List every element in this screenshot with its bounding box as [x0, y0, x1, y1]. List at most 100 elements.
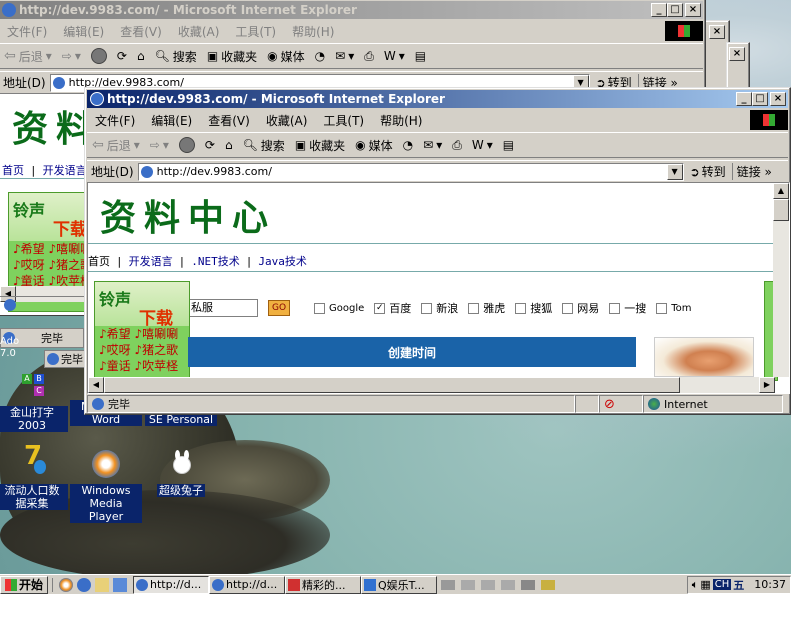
media-button[interactable]: ◉ 媒体: [262, 48, 310, 65]
thumbnail-image[interactable]: [654, 337, 754, 377]
engine-checkbox[interactable]: [609, 302, 621, 314]
close-icon[interactable]: ×: [770, 92, 786, 106]
engine-checkbox[interactable]: [314, 302, 325, 314]
discuss-button[interactable]: ▤: [410, 49, 431, 63]
menu-help[interactable]: 帮助(H): [372, 112, 430, 129]
edit-button[interactable]: W ▾: [467, 138, 498, 152]
history-button[interactable]: ◔: [310, 49, 330, 63]
volume-icon[interactable]: 🔈︎: [692, 578, 699, 592]
go-button[interactable]: ➲ 转到: [684, 163, 732, 180]
ime-indicator[interactable]: CH: [712, 579, 732, 590]
scroll-right-icon[interactable]: ▶: [759, 377, 775, 393]
maximize-icon[interactable]: □: [752, 92, 768, 106]
menu-help[interactable]: 帮助(H): [284, 23, 342, 40]
drive-icon[interactable]: [481, 579, 496, 590]
close-icon[interactable]: ×: [709, 25, 725, 39]
nav-link-dotnet[interactable]: .NET技术: [191, 255, 240, 268]
forward-button[interactable]: ⇨ ▾: [145, 138, 174, 152]
mail-button[interactable]: ✉ ▾: [330, 49, 359, 63]
vertical-scrollbar[interactable]: ▲: [773, 183, 789, 377]
horizontal-scrollbar[interactable]: ◀ ▶: [88, 377, 775, 393]
start-button[interactable]: 开始: [0, 575, 49, 594]
background-window[interactable]: ×: [726, 42, 750, 92]
print-button[interactable]: ⎙: [359, 49, 379, 64]
nav-link-home[interactable]: 首页: [88, 255, 110, 268]
folder-icon[interactable]: [541, 579, 556, 590]
close-icon[interactable]: ×: [685, 3, 701, 17]
menu-edit[interactable]: 编辑(E): [55, 23, 112, 40]
engine-checkbox[interactable]: [562, 302, 574, 314]
nav-link-java[interactable]: Java技术: [258, 255, 307, 268]
stop-button[interactable]: [174, 137, 200, 153]
stop-button[interactable]: [86, 48, 112, 64]
edit-button[interactable]: W ▾: [379, 49, 410, 63]
menu-favorites[interactable]: 收藏(A): [258, 112, 316, 129]
drive-icon[interactable]: [501, 579, 516, 590]
media-button[interactable]: ◉ 媒体: [350, 137, 398, 154]
mail-button[interactable]: ✉ ▾: [418, 138, 447, 152]
history-button[interactable]: ◔: [398, 138, 418, 152]
menu-file[interactable]: 文件(F): [0, 23, 55, 40]
network-status-icon[interactable]: ▦: [700, 578, 710, 591]
discuss-button[interactable]: ▤: [498, 138, 519, 152]
home-button[interactable]: ⌂: [220, 138, 238, 152]
menu-favorites[interactable]: 收藏(A): [170, 23, 228, 40]
menu-tools[interactable]: 工具(T): [315, 112, 372, 129]
home-button[interactable]: ⌂: [132, 49, 150, 63]
close-icon[interactable]: ×: [729, 47, 745, 61]
address-input[interactable]: http://dev.9983.com/ ▼: [137, 162, 684, 181]
scroll-left-icon[interactable]: ◀: [88, 377, 104, 393]
banner-row[interactable]: ♪童话 ♪吹苹柽: [95, 358, 189, 374]
taskbar-task[interactable]: Q娱乐T...: [361, 575, 438, 594]
ie-window-active[interactable]: http://dev.9983.com/ - Microsoft Interne…: [84, 87, 791, 415]
outlook-icon[interactable]: [95, 577, 110, 592]
ime-mode-icon[interactable]: 五: [733, 577, 744, 593]
taskbar-task[interactable]: http://d...: [133, 575, 210, 594]
desktop-icon-wmp[interactable]: Windows Media Player: [70, 450, 142, 523]
desktop-icon-population[interactable]: 7 流动人口数 据采集: [0, 443, 68, 510]
network-icon[interactable]: [521, 579, 536, 590]
forward-button[interactable]: ⇨ ▾: [57, 49, 86, 63]
drive-icon[interactable]: [441, 579, 456, 590]
nav-link-lang[interactable]: 开发语言: [129, 255, 173, 268]
menu-tools[interactable]: 工具(T): [227, 23, 284, 40]
scroll-thumb[interactable]: [104, 377, 680, 393]
media-player-icon[interactable]: [59, 577, 74, 592]
desktop-icon-rabbit[interactable]: 超级兔子: [145, 450, 217, 497]
engine-checkbox-checked[interactable]: ✓: [374, 302, 386, 314]
scroll-up-icon[interactable]: ▲: [773, 183, 789, 199]
window-titlebar[interactable]: http://dev.9983.com/ - Microsoft Interne…: [0, 1, 703, 19]
search-input[interactable]: 私服: [188, 299, 258, 317]
minimize-icon[interactable]: _: [736, 92, 752, 106]
maximize-icon[interactable]: □: [667, 3, 683, 17]
show-desktop-icon[interactable]: [113, 577, 128, 592]
chevron-down-icon[interactable]: ▼: [666, 163, 683, 180]
back-button[interactable]: ⇦ 后退 ▾: [0, 48, 57, 65]
ringtone-banner-ad[interactable]: 铃声 下载 ♪希望 ♪嘻唰唰 ♪哎呀 ♪猪之歌 ♪童话 ♪吹苹柽: [94, 281, 190, 381]
engine-checkbox[interactable]: [515, 302, 527, 314]
engine-checkbox[interactable]: [468, 302, 480, 314]
menu-file[interactable]: 文件(F): [87, 112, 143, 129]
banner-row[interactable]: ♪哎呀 ♪猪之歌: [95, 342, 189, 358]
favorites-button[interactable]: ▣ 收藏夹: [290, 137, 350, 154]
window-titlebar[interactable]: http://dev.9983.com/ - Microsoft Interne…: [87, 90, 788, 108]
search-button[interactable]: 🔍︎ 搜索: [150, 48, 202, 65]
print-button[interactable]: ⎙: [447, 138, 467, 153]
nav-link-lang[interactable]: 开发语言: [43, 164, 87, 177]
taskbar-task[interactable]: 精彩的...: [285, 575, 362, 594]
refresh-button[interactable]: ⟳: [112, 49, 132, 63]
engine-checkbox[interactable]: [421, 302, 433, 314]
desktop-icon-jinshan[interactable]: A B C 金山打字 2003: [0, 372, 68, 432]
minimized-window[interactable]: 完毕: [44, 350, 88, 368]
minimize-icon[interactable]: _: [651, 3, 667, 17]
ie-icon[interactable]: [77, 577, 92, 592]
back-button[interactable]: ⇦ 后退 ▾: [87, 137, 145, 154]
links-button[interactable]: 链接 »: [731, 163, 776, 180]
favorites-button[interactable]: ▣ 收藏夹: [202, 48, 262, 65]
taskbar-task[interactable]: http://d...: [209, 575, 286, 594]
menu-view[interactable]: 查看(V): [112, 23, 170, 40]
refresh-button[interactable]: ⟳: [200, 138, 220, 152]
search-go-button[interactable]: GO: [268, 300, 290, 316]
clock[interactable]: 10:37: [754, 578, 786, 591]
menu-edit[interactable]: 编辑(E): [143, 112, 200, 129]
